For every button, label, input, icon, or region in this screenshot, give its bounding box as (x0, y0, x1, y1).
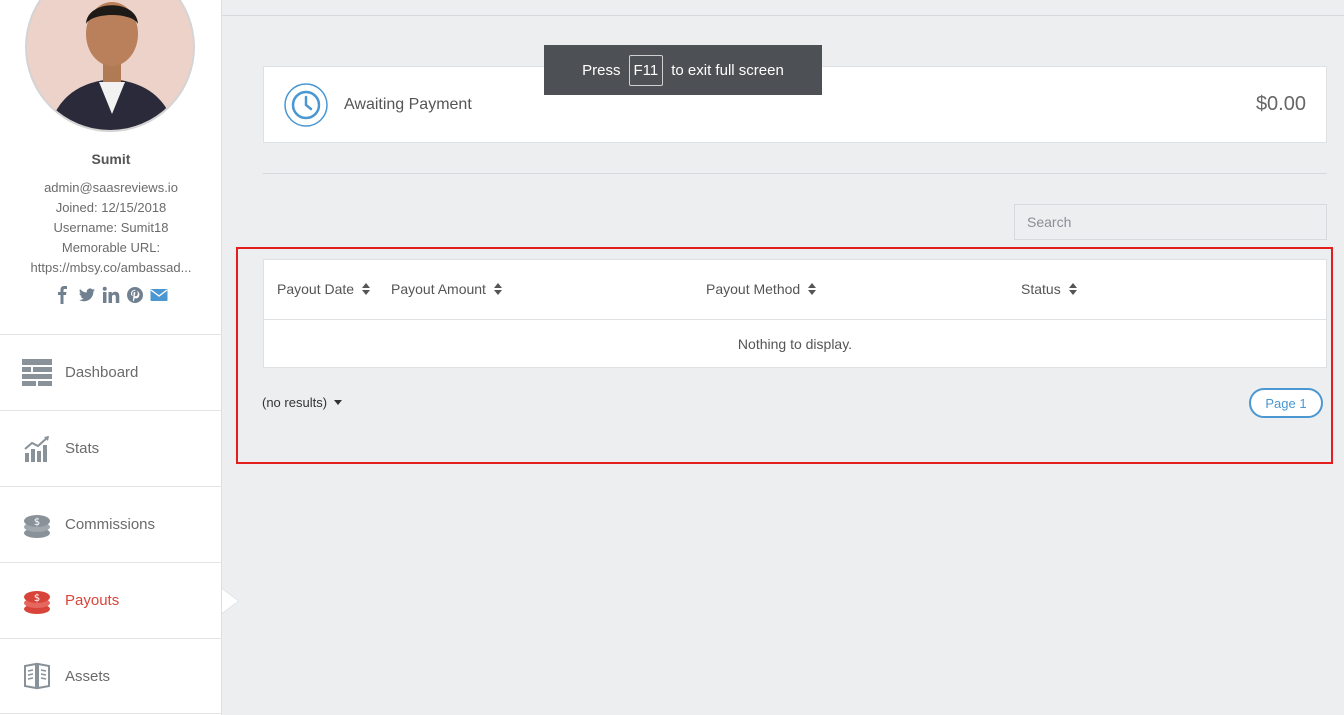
results-label: (no results) (262, 395, 328, 410)
search-input[interactable] (1014, 204, 1327, 240)
column-header-payout-amount[interactable]: Payout Amount (391, 281, 502, 297)
sidebar-item-stats[interactable]: Stats (0, 410, 222, 486)
commissions-icon: $ (22, 510, 52, 540)
payouts-icon: $ (22, 586, 52, 616)
svg-text:$: $ (34, 517, 40, 528)
pinterest-icon[interactable] (126, 286, 144, 304)
profile-memorable-url[interactable]: https://mbsy.co/ambassad... (0, 260, 222, 275)
profile-email: admin@saasreviews.io (44, 180, 178, 195)
results-dropdown[interactable]: (no results) (262, 395, 343, 410)
sidebar-item-label: Stats (65, 440, 100, 457)
avatar[interactable] (25, 0, 195, 132)
profile-name: Sumit (91, 151, 131, 167)
table-header: Payout Date Payout Amount Payout Method … (264, 260, 1326, 320)
awaiting-payment-amount: $0.00 (1255, 93, 1306, 115)
twitter-icon[interactable] (78, 286, 96, 304)
assets-icon (22, 661, 52, 691)
column-header-payout-date[interactable]: Payout Date (277, 281, 371, 297)
stats-icon (22, 434, 52, 464)
sort-icon (1068, 283, 1077, 295)
sidebar-item-dashboard[interactable]: Dashboard (0, 334, 222, 410)
key-hint: F11 (628, 54, 664, 86)
payouts-table: Payout Date Payout Amount Payout Method … (263, 259, 1327, 368)
dashboard-icon (22, 358, 52, 388)
sidebar-item-label: Dashboard (65, 364, 139, 381)
column-header-status[interactable]: Status (1021, 281, 1077, 297)
profile-joined: Joined: 12/15/2018 (55, 200, 167, 215)
section-divider (263, 173, 1327, 174)
profile-memorable-label: Memorable URL: (61, 240, 161, 255)
sidebar-item-assets[interactable]: Assets (0, 638, 222, 714)
svg-text:$: $ (34, 593, 40, 604)
column-header-payout-method[interactable]: Payout Method (706, 281, 817, 297)
fullscreen-toast: Press F11 to exit full screen (544, 45, 822, 95)
top-divider (222, 15, 1344, 16)
caret-down-icon (334, 400, 343, 405)
sort-icon (362, 283, 371, 295)
sidebar-item-label: Payouts (65, 592, 120, 609)
facebook-icon[interactable] (54, 286, 72, 304)
active-pointer (222, 589, 238, 613)
sidebar-nav: Dashboard Stats $ Commissions $ Payouts (0, 334, 239, 714)
linkedin-icon[interactable] (102, 286, 120, 304)
page-button[interactable]: Page 1 (1249, 388, 1323, 418)
sort-icon (808, 283, 817, 295)
sidebar-item-commissions[interactable]: $ Commissions (0, 486, 222, 562)
profile-username: Username: Sumit18 (53, 220, 169, 235)
sidebar: Sumit admin@saasreviews.io Joined: 12/15… (0, 0, 239, 715)
social-links (0, 286, 222, 304)
awaiting-payment-label: Awaiting Payment (344, 96, 472, 113)
sidebar-item-label: Assets (65, 667, 111, 685)
clock-icon (284, 83, 328, 127)
sidebar-item-label: Commissions (65, 516, 156, 533)
sort-icon (493, 283, 502, 295)
sidebar-item-payouts[interactable]: $ Payouts (0, 562, 239, 638)
email-icon[interactable] (150, 286, 168, 304)
empty-table-message: Nothing to display. (737, 335, 853, 352)
